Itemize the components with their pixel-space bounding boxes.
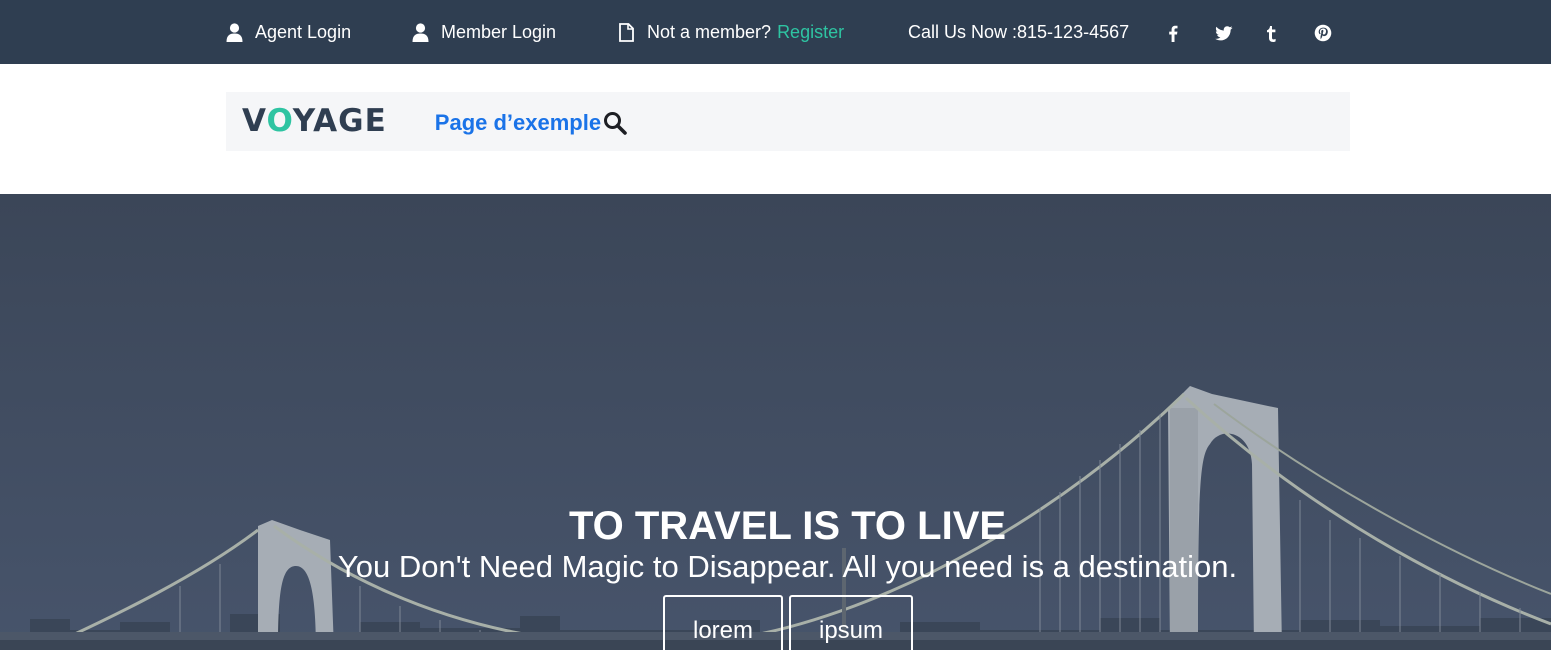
navbar: VOYAGE Page d’exemple [226, 92, 1350, 151]
register-prompt: Not a member? Register [617, 0, 844, 64]
member-login-label: Member Login [441, 21, 557, 42]
logo-accent-letter: O [266, 103, 293, 139]
member-login-link[interactable]: Member Login [411, 0, 556, 64]
logo-letters-start: V [242, 103, 267, 139]
hero-banner: TO TRAVEL IS TO LIVE You Don't Need Magi… [0, 194, 1551, 650]
facebook-icon[interactable] [1162, 22, 1184, 44]
phone-number: Call Us Now :815-123-4567 [908, 0, 1129, 64]
agent-login-link[interactable]: Agent Login [225, 0, 351, 64]
site-header: VOYAGE Page d’exemple [0, 64, 1551, 194]
register-link[interactable]: Register [777, 22, 844, 43]
not-member-text: Not a member? [647, 21, 772, 42]
search-icon[interactable] [602, 110, 628, 136]
hero-subtitle: You Don't Need Magic to Disappear. All y… [337, 549, 1238, 584]
nav-link-sample-page[interactable]: Page d’exemple [435, 110, 601, 136]
voyage-logo[interactable]: VOYAGE [242, 106, 387, 137]
user-icon [225, 22, 243, 42]
logo-letters-end: YAGE [292, 103, 387, 139]
hero-buttons: lorem ipsum [663, 595, 913, 650]
ipsum-button[interactable]: ipsum [789, 595, 913, 650]
top-bar: Agent Login Member Login Not a member? R… [0, 0, 1551, 64]
agent-login-label: Agent Login [255, 21, 352, 42]
lorem-button[interactable]: lorem [663, 595, 783, 650]
hero-title: TO TRAVEL IS TO LIVE [568, 504, 1007, 548]
twitter-icon[interactable] [1213, 22, 1235, 44]
document-icon [617, 22, 635, 42]
user-icon [411, 22, 429, 42]
call-us-text: Call Us Now :815-123-4567 [908, 21, 1130, 42]
pinterest-icon[interactable] [1312, 22, 1334, 44]
tumblr-icon[interactable] [1260, 22, 1282, 44]
